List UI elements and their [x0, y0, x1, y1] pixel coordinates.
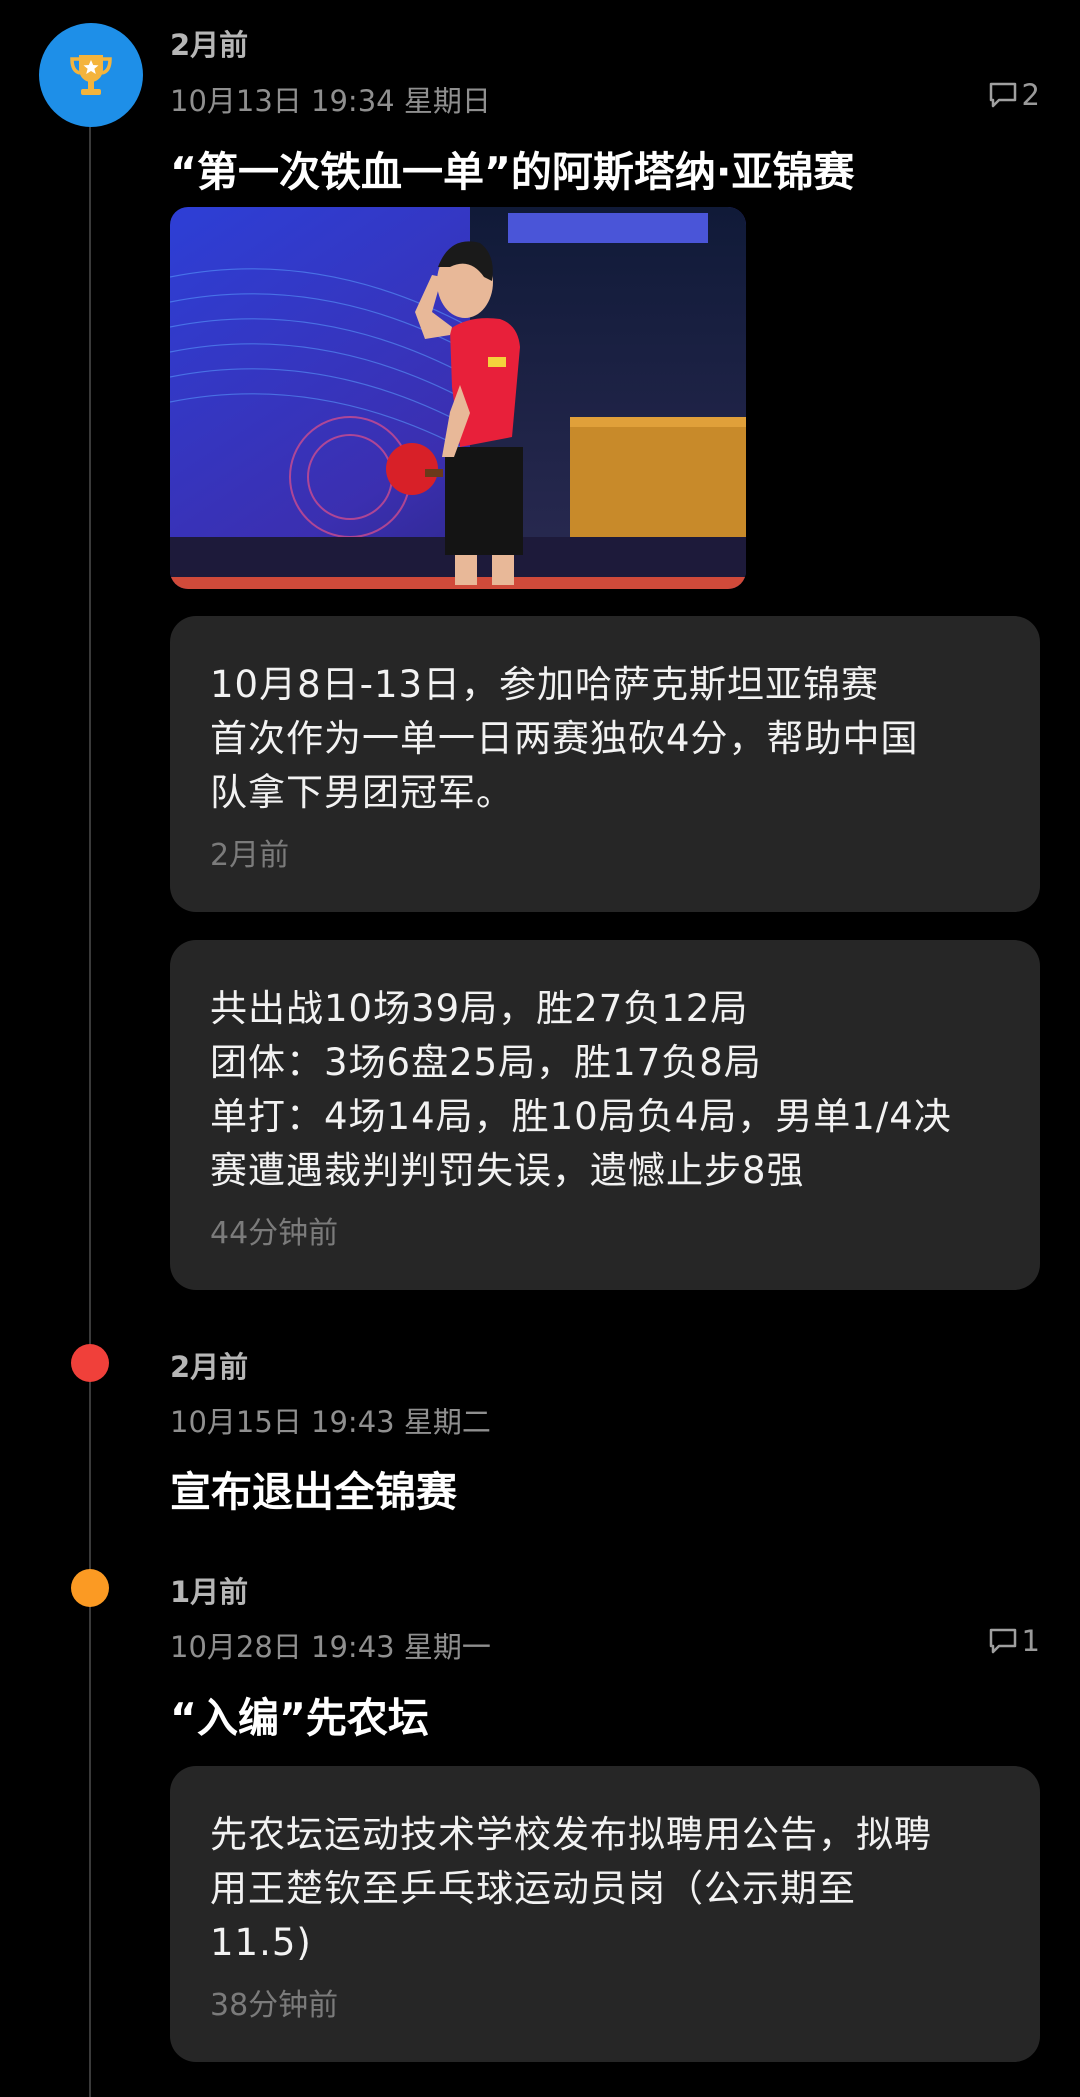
- comment-count: 1: [1021, 1624, 1040, 1658]
- entry-relative-time: 1月前: [170, 1575, 249, 1609]
- timeline-line: [89, 120, 91, 2097]
- card-text: 先农坛运动技术学校发布拟聘用公告，拟聘 用王楚钦至乒乓球运动员岗（公示期至 11…: [210, 1813, 932, 1964]
- card-time: 44分钟前: [210, 1216, 339, 1251]
- card-time: 38分钟前: [210, 1988, 339, 2023]
- entry-relative-time: 2月前: [170, 28, 249, 62]
- player-photo-image: [170, 207, 746, 589]
- entry-date: 10月13日 19:34 星期日: [170, 84, 491, 118]
- entry-title[interactable]: “第一次铁血一单”的阿斯塔纳·亚锦赛: [170, 138, 854, 198]
- update-card[interactable]: 先农坛运动技术学校发布拟聘用公告，拟聘 用王楚钦至乒乓球运动员岗（公示期至 11…: [170, 1766, 1040, 2062]
- timeline-dot-orange: [71, 1569, 109, 1607]
- update-card[interactable]: 共出战10场39局，胜27负12局 团体：3场6盘25局，胜17负8局 单打：4…: [170, 940, 1040, 1290]
- card-time: 2月前: [210, 838, 290, 873]
- entry-relative-time: 2月前: [170, 1350, 249, 1384]
- entry-title[interactable]: “入编”先农坛: [170, 1684, 429, 1744]
- comment-icon: [989, 82, 1016, 108]
- comment-button[interactable]: 2: [988, 78, 1040, 112]
- card-text: 共出战10场39局，胜27负12局 团体：3场6盘25局，胜17负8局 单打：4…: [210, 987, 952, 1192]
- card-text: 10月8日-13日，参加哈萨克斯坦亚锦赛 首次作为一单一日两赛独砍4分，帮助中国…: [210, 663, 919, 814]
- timeline-dot-red: [71, 1344, 109, 1382]
- comment-icon: [989, 1628, 1016, 1654]
- comment-count: 2: [1021, 78, 1040, 112]
- entry-date: 10月28日 19:43 星期一: [170, 1630, 491, 1664]
- trophy-badge: [39, 23, 143, 127]
- entry-date: 10月15日 19:43 星期二: [170, 1405, 491, 1439]
- trophy-icon: [70, 55, 112, 95]
- comment-button[interactable]: 1: [988, 1624, 1040, 1658]
- update-card[interactable]: 10月8日-13日，参加哈萨克斯坦亚锦赛 首次作为一单一日两赛独砍4分，帮助中国…: [170, 616, 1040, 912]
- entry-photo[interactable]: [170, 207, 746, 589]
- entry-title[interactable]: 宣布退出全锦赛: [170, 1458, 457, 1518]
